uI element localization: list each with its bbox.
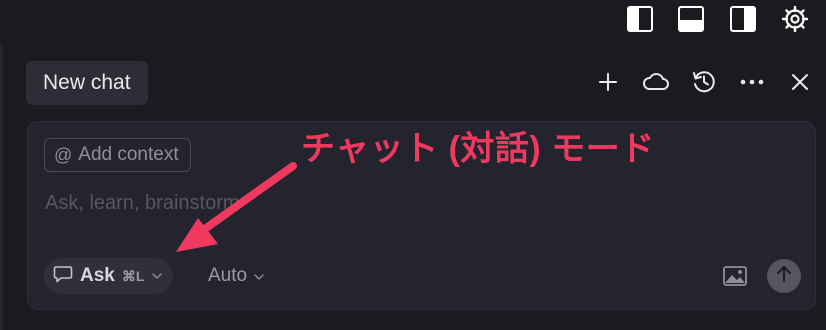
mode-selector[interactable]: Ask ⌘L (44, 258, 174, 294)
toggle-right-sidebar-icon[interactable] (728, 4, 758, 34)
model-selector[interactable]: Auto (208, 258, 265, 294)
more-icon[interactable] (737, 67, 767, 97)
arrow-up-icon (775, 264, 793, 289)
mode-label: Ask (80, 265, 115, 286)
editor-edge (0, 44, 3, 330)
message-input-placeholder[interactable]: Ask, learn, brainstorm (45, 192, 240, 215)
send-button[interactable] (767, 259, 801, 293)
add-context-button[interactable]: @ Add context (44, 138, 191, 172)
image-icon[interactable] (721, 264, 749, 288)
annotation-label: チャット (対話) モード (301, 130, 655, 168)
gear-icon[interactable] (780, 4, 810, 34)
cloud-icon[interactable] (641, 67, 671, 97)
chat-bubble-icon (53, 265, 73, 288)
window-toolbar (0, 0, 826, 40)
at-icon: @ (54, 144, 73, 165)
tab-label: New chat (43, 71, 131, 94)
model-label: Auto (208, 265, 248, 286)
chevron-down-icon (151, 267, 163, 285)
plus-icon[interactable] (593, 67, 623, 97)
add-context-label: Add context (78, 144, 179, 165)
close-icon[interactable] (785, 67, 815, 97)
tab-new-chat[interactable]: New chat (26, 61, 148, 105)
chevron-down-icon (253, 265, 265, 287)
history-icon[interactable] (689, 67, 719, 97)
mode-shortcut: ⌘L (121, 267, 145, 284)
toggle-bottom-panel-icon[interactable] (676, 4, 706, 34)
toggle-left-sidebar-icon[interactable] (625, 4, 655, 34)
